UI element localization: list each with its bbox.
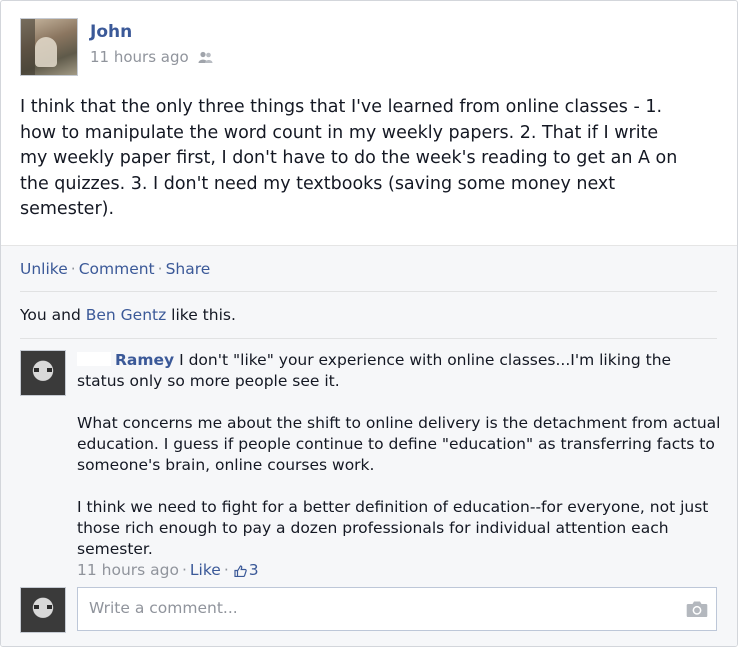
- post-text-line: I think that the only three things that …: [20, 97, 663, 117]
- comment-author[interactable]: Ramey: [115, 351, 174, 369]
- comment-paragraph-gap: [77, 476, 717, 497]
- separator: ·: [181, 561, 187, 579]
- post-actions: Unlike · Comment · Share: [20, 260, 210, 278]
- viewer-avatar: [20, 587, 66, 633]
- friends-icon[interactable]: [198, 51, 213, 64]
- comment: Ramey I don't "like" your experience wit…: [77, 350, 721, 581]
- separator: ·: [223, 561, 229, 579]
- avatar-face: [21, 588, 65, 632]
- post-timestamp[interactable]: 11 hours ago: [90, 48, 189, 66]
- comment-link[interactable]: Comment: [79, 260, 155, 278]
- post-text: I think that the only three things that …: [20, 95, 700, 223]
- comment-text-line: education. I guess if people continue to…: [77, 435, 715, 453]
- comment-text: I don't "like" your experience with onli…: [174, 351, 672, 369]
- unlike-link[interactable]: Unlike: [20, 260, 68, 278]
- camera-icon[interactable]: [686, 600, 708, 618]
- write-comment-field[interactable]: Write a comment...: [77, 587, 717, 631]
- avatar-shade: [21, 19, 35, 75]
- comment-text-line: semester.: [77, 540, 153, 558]
- comment-text-line: status only so more people see it.: [77, 372, 340, 390]
- divider: [20, 291, 717, 292]
- comment-like-count[interactable]: 3: [249, 560, 259, 581]
- liker-link[interactable]: Ben Gentz: [86, 306, 167, 324]
- comment-paragraph-gap: [77, 392, 717, 413]
- post-text-line: the quizzes. 3. I don't need my textbook…: [20, 173, 616, 194]
- post-card: John 11 hours ago I think that the only …: [0, 0, 738, 647]
- post-text-line: semester).: [20, 199, 115, 219]
- comment-meta: 11 hours ago · Like · 3: [77, 560, 717, 581]
- separator: ·: [70, 260, 76, 278]
- divider: [20, 338, 717, 339]
- share-link[interactable]: Share: [166, 260, 211, 278]
- author-avatar[interactable]: [20, 18, 78, 76]
- likes-prefix: You and: [20, 306, 86, 324]
- avatar-eyes: [34, 605, 52, 609]
- avatar-eyes: [34, 368, 52, 372]
- avatar-face: [21, 351, 65, 395]
- feedback-section: Unlike · Comment · Share You and Ben Gentz l…: [1, 245, 737, 646]
- likes-suffix: like this.: [166, 306, 236, 324]
- post-text-line: my weekly paper first, I don't have to d…: [20, 148, 678, 168]
- post-text-line: how to manipulate the word count in my w…: [20, 122, 659, 143]
- comment-text-line: I think we need to fight for a better de…: [77, 498, 709, 516]
- separator: ·: [157, 260, 163, 278]
- comment-text-line: someone's brain, online courses work.: [77, 456, 375, 474]
- likes-summary: You and Ben Gentz like this.: [20, 306, 236, 324]
- comment-timestamp[interactable]: 11 hours ago: [77, 560, 179, 581]
- avatar-figure: [35, 37, 57, 67]
- comment-first-line: Ramey I don't "like" your experience wit…: [77, 350, 717, 371]
- comment-text-line: those rich enough to pay a dozen profess…: [77, 519, 669, 537]
- write-comment-placeholder: Write a comment...: [89, 599, 238, 617]
- redacted-first-name: [77, 352, 111, 366]
- comment-text-line: What concerns me about the shift to onli…: [77, 414, 721, 432]
- thumbs-up-icon[interactable]: [234, 564, 247, 577]
- author-name[interactable]: John: [90, 22, 132, 42]
- commenter-avatar[interactable]: [20, 350, 66, 396]
- comment-like-link[interactable]: Like: [190, 560, 221, 581]
- post-meta: 11 hours ago: [90, 48, 213, 66]
